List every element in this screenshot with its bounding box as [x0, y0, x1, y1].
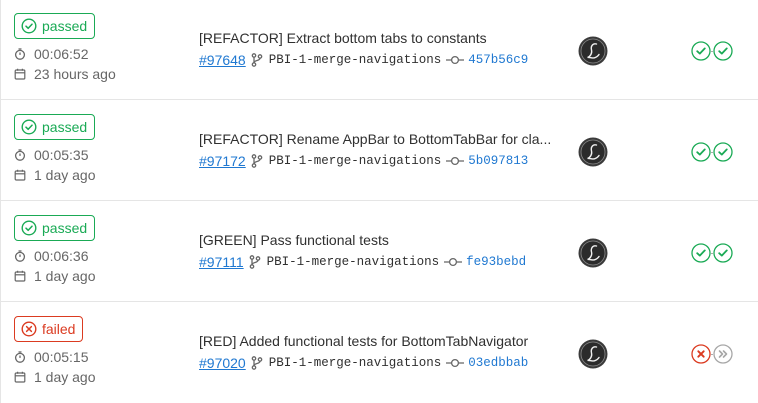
status-badge[interactable]: failed: [14, 316, 84, 342]
success-icon[interactable]: [691, 41, 711, 61]
commit-title[interactable]: [RED] Added functional tests for BottomT…: [199, 333, 528, 349]
commit-info: #97648 PBI-1-merge-navigations 457b56c9: [199, 52, 528, 68]
avatar[interactable]: [578, 339, 608, 369]
duration-value: 00:06:36: [34, 248, 89, 264]
branch-link[interactable]: PBI-1-merge-navigations: [269, 154, 442, 168]
commit-sha-link[interactable]: 5b097813: [468, 154, 528, 168]
avatar[interactable]: [578, 137, 608, 167]
duration-value: 00:06:52: [34, 46, 89, 62]
check-circle-icon: [21, 119, 37, 135]
finished-time: 23 hours ago: [14, 66, 116, 82]
avatar[interactable]: [578, 36, 608, 66]
branch-icon: [251, 356, 263, 370]
branch-link[interactable]: PBI-1-merge-navigations: [269, 53, 442, 67]
branch-icon: [249, 255, 260, 269]
finished-time: 1 day ago: [14, 268, 96, 284]
close-circle-icon: [21, 321, 37, 337]
timer-icon: [14, 250, 26, 262]
timer-icon: [14, 48, 26, 60]
timer-icon: [14, 149, 26, 161]
calendar-icon: [14, 270, 26, 282]
finished-value: 1 day ago: [34, 369, 96, 385]
timer-icon: [14, 351, 26, 363]
commit-sha-link[interactable]: 457b56c9: [468, 53, 528, 67]
status-badge[interactable]: passed: [14, 215, 96, 241]
finished-time: 1 day ago: [14, 369, 96, 385]
pipelines-list: passed 00:06:52 23 hours ago [REFACTOR] …: [0, 0, 758, 403]
avatar[interactable]: [578, 238, 608, 268]
commit-info: #97111 PBI-1-merge-navigations fe93bebd: [199, 254, 526, 270]
commit-sha-link[interactable]: 03edbbab: [468, 356, 528, 370]
branch-icon: [251, 154, 263, 168]
failed-icon[interactable]: [691, 344, 711, 364]
success-icon[interactable]: [691, 142, 711, 162]
success-icon[interactable]: [691, 243, 711, 263]
commit-title[interactable]: [REFACTOR] Rename AppBar to BottomTabBar…: [199, 131, 551, 147]
status-label: passed: [42, 220, 88, 236]
duration: 00:05:15: [14, 349, 89, 365]
success-icon[interactable]: [713, 243, 733, 263]
pipeline-row: passed 00:06:36 1 day ago [GREEN] Pass f…: [1, 202, 758, 302]
pipeline-stages: [691, 41, 733, 61]
branch-link[interactable]: PBI-1-merge-navigations: [269, 356, 442, 370]
commit-icon: [446, 358, 465, 368]
calendar-icon: [14, 371, 26, 383]
success-icon[interactable]: [713, 142, 733, 162]
pipeline-id-link[interactable]: #97172: [199, 153, 246, 169]
commit-icon: [446, 55, 465, 65]
commit-sha-link[interactable]: fe93bebd: [466, 255, 526, 269]
calendar-icon: [14, 68, 26, 80]
pipeline-stages: [691, 142, 733, 162]
commit-title[interactable]: [REFACTOR] Extract bottom tabs to consta…: [199, 30, 487, 46]
finished-value: 23 hours ago: [34, 66, 116, 82]
commit-info: #97020 PBI-1-merge-navigations 03edbbab: [199, 355, 528, 371]
pipeline-id-link[interactable]: #97111: [199, 254, 244, 270]
duration-value: 00:05:35: [34, 147, 89, 163]
pipeline-row: failed 00:05:15 1 day ago [RED] Added fu…: [1, 303, 758, 403]
pipeline-stages: [691, 344, 733, 364]
commit-icon: [446, 156, 465, 166]
commit-title[interactable]: [GREEN] Pass functional tests: [199, 232, 389, 248]
commit-info: #97172 PBI-1-merge-navigations 5b097813: [199, 153, 528, 169]
status-badge[interactable]: passed: [14, 13, 96, 39]
branch-link[interactable]: PBI-1-merge-navigations: [267, 255, 440, 269]
pipeline-row: passed 00:06:52 23 hours ago [REFACTOR] …: [1, 0, 758, 100]
duration: 00:06:52: [14, 46, 89, 62]
duration-value: 00:05:15: [34, 349, 89, 365]
pipeline-id-link[interactable]: #97020: [199, 355, 246, 371]
success-icon[interactable]: [713, 41, 733, 61]
check-circle-icon: [21, 18, 37, 34]
pipeline-stages: [691, 243, 733, 263]
finished-time: 1 day ago: [14, 167, 96, 183]
pipeline-row: passed 00:05:35 1 day ago [REFACTOR] Ren…: [1, 101, 758, 201]
status-label: passed: [42, 18, 88, 34]
duration: 00:06:36: [14, 248, 89, 264]
status-badge[interactable]: passed: [14, 114, 96, 140]
calendar-icon: [14, 169, 26, 181]
finished-value: 1 day ago: [34, 268, 96, 284]
pipeline-id-link[interactable]: #97648: [199, 52, 246, 68]
status-label: failed: [42, 321, 76, 337]
duration: 00:05:35: [14, 147, 89, 163]
commit-icon: [444, 257, 463, 267]
status-label: passed: [42, 119, 88, 135]
finished-value: 1 day ago: [34, 167, 96, 183]
skipped-icon[interactable]: [713, 344, 733, 364]
branch-icon: [251, 53, 263, 67]
check-circle-icon: [21, 220, 37, 236]
